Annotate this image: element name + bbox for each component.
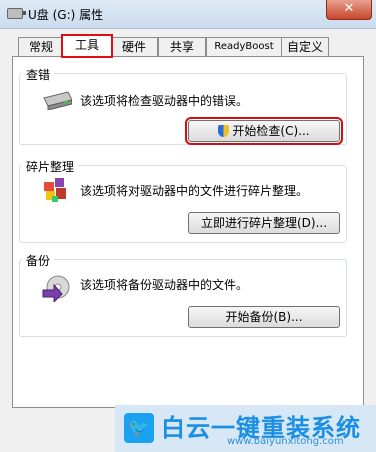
twitter-bird-icon: 🐦 [124,413,154,443]
tab-readyboost[interactable]: ReadyBoost [206,37,282,56]
watermark-banner: 🐦 白云一键重装系统 www.baiyunxitong.com [115,405,376,452]
group-title-defrag: 碎片整理 [22,158,79,175]
group-title-backup: 备份 [22,252,55,269]
error-check-group: 查错 该选项将检查驱动器中的错误。 开始检查(C)... [19,66,347,145]
tab-tools[interactable]: 工具 [61,34,113,58]
defrag-now-button[interactable]: 立即进行碎片整理(D)... [188,212,340,234]
error-check-description: 该选项将检查驱动器中的错误。 [80,94,249,108]
backup-group: 备份 该选项将备份驱动器中的文件。 开始备份(B)... [19,252,347,337]
tools-panel: 查错 该选项将检查驱动器中的错误。 开始检查(C)... 碎片整理 该选项将对驱… [12,56,364,408]
defrag-icon [44,178,66,202]
tab-sharing[interactable]: 共享 [158,37,206,56]
title-bar: U盘 (G:) 属性 ✕ [0,0,376,29]
shield-icon [218,125,230,137]
tab-general[interactable]: 常规 [18,37,64,56]
backup-description: 该选项将备份驱动器中的文件。 [80,278,249,292]
window-title: U盘 (G:) 属性 [28,8,104,22]
drive-icon [43,91,72,110]
start-check-button[interactable]: 开始检查(C)... [185,117,343,145]
start-backup-button[interactable]: 开始备份(B)... [188,306,340,328]
start-check-label: 开始检查(C)... [232,124,310,138]
tab-customize[interactable]: 自定义 [281,37,329,56]
close-button[interactable]: ✕ [326,0,372,20]
defrag-group: 碎片整理 该选项将对驱动器中的文件进行碎片整理。 立即进行碎片整理(D)... [19,158,347,243]
watermark-url: www.baiyunxitong.com [227,436,344,447]
tab-hardware[interactable]: 硬件 [110,37,158,56]
defrag-description: 该选项将对驱动器中的文件进行碎片整理。 [80,184,309,198]
usb-drive-icon [7,8,26,19]
tab-strip: 常规 工具 硬件 共享 ReadyBoost 自定义 [0,34,376,58]
backup-icon [42,275,70,302]
group-title-error-check: 查错 [22,66,55,83]
